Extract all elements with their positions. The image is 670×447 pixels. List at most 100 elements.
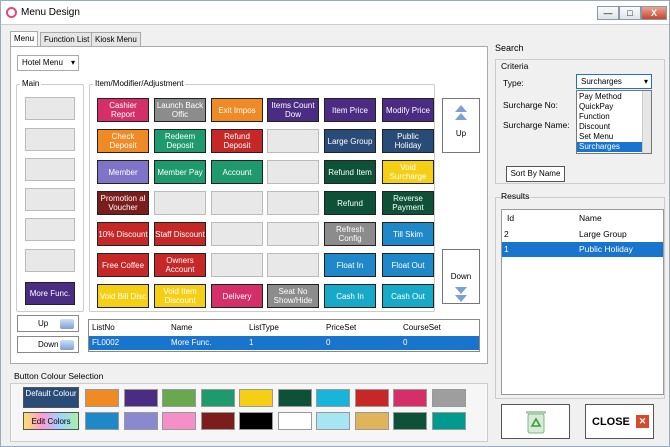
item-button-modify-price[interactable]: Modify Price bbox=[382, 98, 434, 122]
item-button-float-in[interactable]: Float In bbox=[324, 253, 376, 277]
item-button-empty[interactable] bbox=[267, 129, 319, 153]
colour-swatch[interactable] bbox=[277, 412, 312, 430]
type-option-discount[interactable]: Discount bbox=[577, 122, 643, 132]
column-header-priceset[interactable]: PriceSet bbox=[326, 321, 356, 334]
close-button[interactable]: CLOSE ✕ bbox=[585, 404, 654, 439]
type-select[interactable]: Surcharges ▾ bbox=[576, 74, 652, 89]
main-button-6[interactable] bbox=[25, 249, 75, 272]
colour-swatch[interactable] bbox=[239, 389, 273, 407]
item-button-empty[interactable] bbox=[267, 253, 319, 277]
colour-swatch[interactable] bbox=[431, 389, 466, 407]
item-button-member[interactable]: Member bbox=[97, 160, 149, 184]
tab-menu[interactable]: Menu bbox=[10, 31, 39, 46]
item-button-staff-discount[interactable]: Staff Discount bbox=[154, 222, 206, 246]
item-button-empty[interactable] bbox=[154, 191, 206, 215]
tab-function-list[interactable]: Function List bbox=[40, 32, 94, 46]
item-button-delivery[interactable]: Delivery bbox=[211, 284, 263, 308]
colour-swatch[interactable] bbox=[200, 412, 235, 430]
type-option-quickpay[interactable]: QuickPay bbox=[577, 102, 643, 112]
colour-swatch[interactable] bbox=[354, 412, 389, 430]
item-button-items-count-dow[interactable]: Items Count Dow bbox=[267, 98, 319, 122]
colour-swatch[interactable] bbox=[162, 389, 196, 407]
colour-swatch[interactable] bbox=[85, 389, 119, 407]
menu-select[interactable]: Hotel Menu ▾ bbox=[17, 55, 79, 71]
item-button-redeem-deposit[interactable]: Redeem Deposit bbox=[154, 129, 206, 153]
type-option-set-menu[interactable]: Set Menu bbox=[577, 132, 643, 142]
item-button-void-bill-disc[interactable]: Void Bill Disc bbox=[97, 284, 149, 308]
item-button-refund-item[interactable]: Refund Item bbox=[324, 160, 376, 184]
main-button-3[interactable] bbox=[25, 158, 75, 181]
colour-swatch[interactable] bbox=[316, 412, 350, 430]
tab-kiosk-menu[interactable]: Kiosk Menu bbox=[91, 32, 141, 46]
item-button-empty[interactable] bbox=[211, 253, 263, 277]
item-button-promotion-al-voucher[interactable]: Promotion al Voucher bbox=[97, 191, 149, 215]
item-button-till-skim[interactable]: Till Skim bbox=[382, 222, 434, 246]
item-button-large-group[interactable]: Large Group bbox=[324, 129, 376, 153]
default-colour-button[interactable]: Default Colour bbox=[23, 387, 79, 408]
item-button-empty[interactable] bbox=[211, 191, 263, 215]
colour-swatch[interactable] bbox=[393, 389, 427, 407]
colour-swatch[interactable] bbox=[316, 389, 350, 407]
sort-by-name-button[interactable]: Sort By Name bbox=[506, 166, 565, 182]
item-button-float-out[interactable]: Float Out bbox=[382, 253, 434, 277]
column-header-listtype[interactable]: ListType bbox=[249, 321, 279, 334]
type-option-function[interactable]: Function bbox=[577, 112, 643, 122]
item-button-empty[interactable] bbox=[267, 222, 319, 246]
item-button-cash-out[interactable]: Cash Out bbox=[382, 284, 434, 308]
colour-swatch[interactable] bbox=[123, 389, 158, 407]
item-button-10-discount[interactable]: 10% Discount bbox=[97, 222, 149, 246]
maximize-button[interactable]: □ bbox=[619, 6, 641, 20]
edit-colors-button[interactable]: Edit Colors bbox=[23, 412, 79, 430]
item-button-refresh-config[interactable]: Refresh Config bbox=[324, 222, 376, 246]
item-button-launch-back-offic[interactable]: Launch Back Offic bbox=[154, 98, 206, 122]
item-button-exit-impos[interactable]: Exit Impos bbox=[211, 98, 263, 122]
item-button-empty[interactable] bbox=[211, 222, 263, 246]
item-button-member-pay[interactable]: Member Pay bbox=[154, 160, 206, 184]
item-button-cash-in[interactable]: Cash In bbox=[324, 284, 376, 308]
main-button-more-func[interactable]: More Func. bbox=[25, 282, 75, 305]
scroll-down-button[interactable]: Down bbox=[442, 249, 480, 304]
recycle-button[interactable] bbox=[501, 404, 570, 439]
item-button-item-price[interactable]: Item Price bbox=[324, 98, 376, 122]
main-button-5[interactable] bbox=[25, 218, 75, 241]
colour-swatch[interactable] bbox=[277, 389, 312, 407]
column-header-listno[interactable]: ListNo bbox=[92, 321, 115, 334]
column-header-result-name[interactable]: Name bbox=[579, 211, 602, 226]
minimize-button[interactable]: — bbox=[597, 6, 619, 20]
column-header-courseset[interactable]: CourseSet bbox=[403, 321, 441, 334]
item-button-empty[interactable] bbox=[267, 160, 319, 184]
item-button-check-deposit[interactable]: Check Deposit bbox=[97, 129, 149, 153]
table-row[interactable]: 2 Large Group bbox=[502, 227, 663, 242]
dropdown-scrollbar[interactable] bbox=[642, 91, 651, 153]
colour-swatch[interactable] bbox=[200, 389, 235, 407]
item-button-seat-no-show-hide[interactable]: Seat No Show/Hide bbox=[267, 284, 319, 308]
item-button-cashier-report[interactable]: Cashier Report bbox=[97, 98, 149, 122]
colour-swatch[interactable] bbox=[431, 412, 466, 430]
colour-swatch[interactable] bbox=[393, 412, 427, 430]
colour-swatch[interactable] bbox=[239, 412, 273, 430]
item-button-reverse-payment[interactable]: Reverse Payment bbox=[382, 191, 434, 215]
table-row[interactable]: 1 Public Holiday bbox=[502, 242, 663, 257]
item-button-void-item-discount[interactable]: Void Item Discount bbox=[154, 284, 206, 308]
main-button-4[interactable] bbox=[25, 188, 75, 211]
colour-swatch[interactable] bbox=[354, 389, 389, 407]
scroll-up-button[interactable]: Up bbox=[442, 98, 480, 153]
colour-swatch[interactable] bbox=[162, 412, 196, 430]
item-button-public-holiday[interactable]: Public Holiday bbox=[382, 129, 434, 153]
table-row[interactable]: FL0002 More Func. 1 0 0 bbox=[89, 336, 479, 350]
main-down-button[interactable]: Down bbox=[17, 336, 79, 353]
item-button-free-coffee[interactable]: Free Coffee bbox=[97, 253, 149, 277]
main-up-button[interactable]: Up bbox=[17, 315, 79, 332]
colour-swatch[interactable] bbox=[123, 412, 158, 430]
type-option-pay-method[interactable]: Pay Method bbox=[577, 92, 643, 102]
item-button-empty[interactable] bbox=[267, 191, 319, 215]
colour-swatch[interactable] bbox=[85, 412, 119, 430]
main-button-2[interactable] bbox=[25, 128, 75, 151]
item-button-account[interactable]: Account bbox=[211, 160, 263, 184]
item-button-void-surcharge[interactable]: Void Surcharge bbox=[382, 160, 434, 184]
column-header-id[interactable]: Id bbox=[507, 211, 514, 226]
column-header-name[interactable]: Name bbox=[171, 321, 192, 334]
type-option-surcharges[interactable]: Surcharges bbox=[577, 142, 643, 152]
item-button-refund-deposit[interactable]: Refund Deposit bbox=[211, 129, 263, 153]
item-button-refund[interactable]: Refund bbox=[324, 191, 376, 215]
